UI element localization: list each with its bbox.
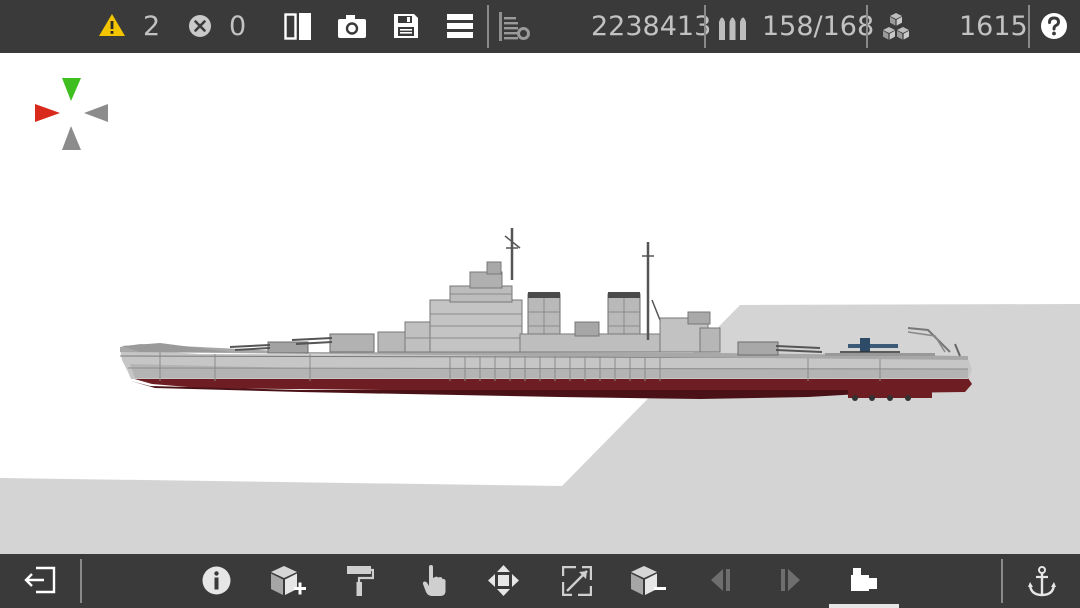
separator [487, 5, 489, 48]
cost-value: 2238413 [591, 11, 712, 42]
rotate-frame-icon[interactable] [562, 566, 592, 596]
remove-part-icon[interactable] [630, 565, 668, 596]
parts-icon[interactable] [880, 13, 912, 41]
help-icon[interactable] [1040, 12, 1068, 40]
scene [0, 78, 1080, 554]
separator [866, 5, 868, 48]
warning-icon[interactable] [98, 13, 126, 37]
parts-value: 1615 [959, 11, 1028, 42]
mirror-icon[interactable] [284, 13, 312, 40]
save-icon[interactable] [393, 13, 419, 39]
separator [80, 559, 82, 603]
next-icon[interactable] [779, 568, 803, 592]
camera-icon[interactable] [337, 14, 367, 39]
move-icon[interactable] [488, 565, 519, 596]
exit-icon[interactable] [24, 566, 56, 594]
add-part-icon[interactable] [270, 565, 308, 596]
depth-icon[interactable] [499, 12, 531, 41]
menu-icon[interactable] [447, 14, 473, 38]
previous-icon[interactable] [708, 568, 732, 592]
active-tool-indicator [829, 604, 899, 608]
info-icon[interactable] [202, 566, 231, 595]
camera-mode-icon[interactable] [850, 568, 878, 592]
error-icon[interactable] [188, 14, 212, 38]
hand-icon[interactable] [422, 564, 446, 597]
ammo-icon[interactable] [718, 13, 748, 40]
paint-roller-icon[interactable] [346, 565, 374, 597]
bottom-toolbar [0, 554, 1080, 608]
warnings-count: 2 [143, 11, 161, 42]
separator [1001, 559, 1003, 603]
ammo-value: 158/168 [762, 11, 875, 42]
3d-viewport[interactable] [0, 53, 1080, 554]
orientation-gizmo[interactable] [35, 78, 108, 150]
separator [704, 5, 706, 48]
anchor-icon[interactable] [1027, 566, 1057, 597]
errors-count: 0 [229, 11, 247, 42]
separator [1028, 5, 1030, 48]
top-toolbar: 2 0 2238413 158/168 1615 [0, 0, 1080, 53]
